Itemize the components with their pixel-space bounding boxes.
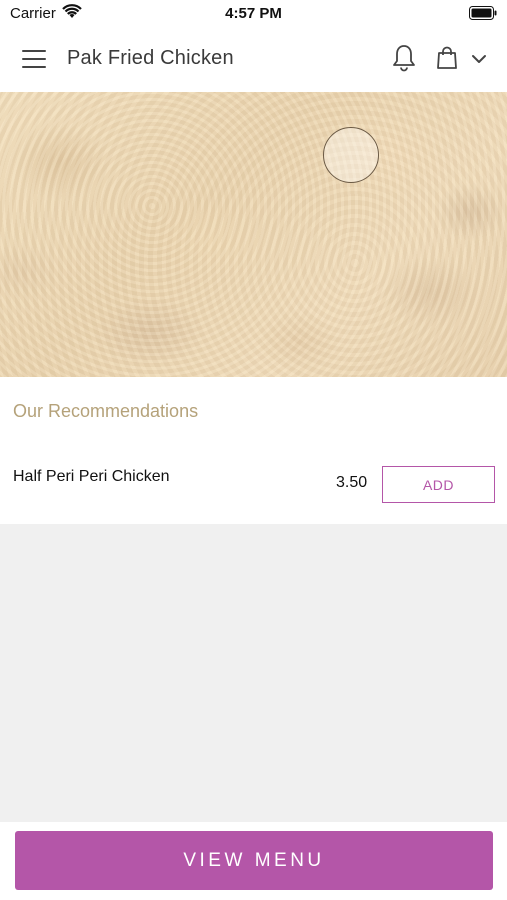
section-title: Our Recommendations [13, 401, 199, 421]
add-button[interactable]: ADD [382, 466, 495, 503]
item-price: 3.50 [336, 474, 368, 491]
status-bar: Carrier 4:57 PM [0, 0, 507, 28]
image-overlay [0, 92, 507, 377]
shopping-bag-icon[interactable] [436, 46, 458, 75]
hero-image [0, 92, 507, 377]
bell-icon[interactable] [392, 44, 416, 77]
recommendations-section: Our Recommendations Half Peri Peri Chick… [0, 377, 507, 524]
touch-indicator [323, 127, 379, 183]
view-menu-button[interactable]: VIEW MENU [15, 831, 493, 890]
menu-icon[interactable] [22, 50, 46, 70]
page-title: Pak Fried Chicken [67, 47, 234, 69]
clock: 4:57 PM [225, 5, 282, 22]
chevron-down-icon[interactable] [471, 52, 487, 70]
footer: VIEW MENU [0, 822, 507, 900]
app-header: Pak Fried Chicken [0, 28, 507, 92]
item-name: Half Peri Peri Chicken [13, 468, 170, 485]
battery-icon [469, 6, 497, 24]
